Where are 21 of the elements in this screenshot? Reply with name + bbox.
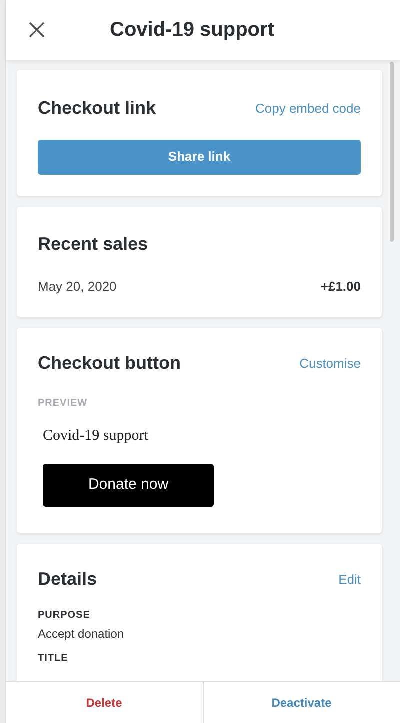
sale-date: May 20, 2020 [38,278,117,296]
scrollbar-thumb[interactable] [390,62,394,242]
field-value: Accept donation [38,626,126,643]
share-link-button[interactable]: Share link [38,140,361,174]
sale-amount: +£1.00 [320,278,361,296]
preview-label: PREVIEW [38,397,89,411]
field-label: PURPOSE [38,609,92,623]
donate-now-button[interactable]: Donate now [43,464,214,506]
window-title: Covid-19 support [110,18,274,43]
card-title: Recent sales [38,232,148,255]
card-action-link[interactable]: Copy embed code [255,99,361,118]
delete-button[interactable]: Delete [6,682,202,723]
card-title: Details [38,568,98,590]
close-icon[interactable] [28,21,46,39]
card-action-link[interactable]: Edit [338,570,361,589]
deactivate-button[interactable]: Deactivate [202,682,400,723]
card-action-link[interactable]: Customise [300,354,361,373]
field-label: TITLE [38,652,70,666]
preview-title: Covid-19 support [43,427,150,446]
card-title: Checkout button [38,352,181,374]
card-title: Checkout link [38,97,156,120]
